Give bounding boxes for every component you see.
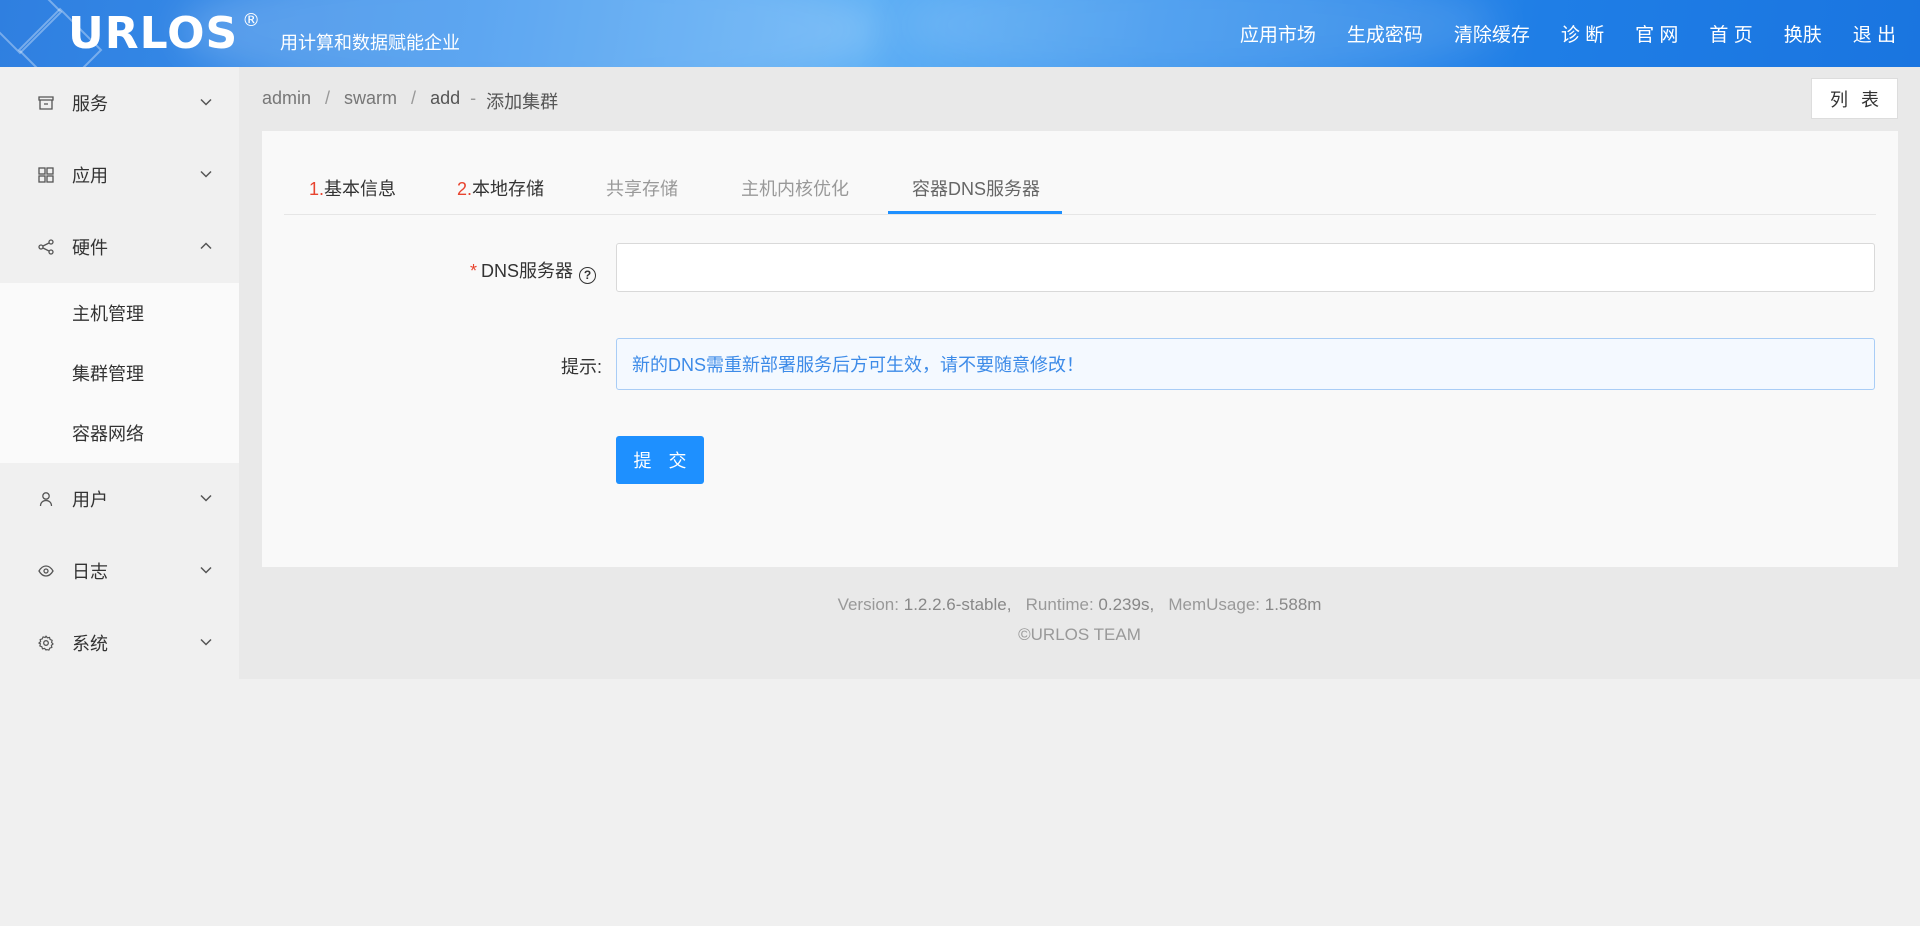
logo-text: URLOS [68, 8, 239, 59]
breadcrumb-separator: / [411, 88, 417, 108]
sidebar-item-label: 硬件 [72, 238, 108, 258]
sidebar: 服务 应用 硬件 主机管理 集群管理 容器网络 用户 日志 系统 [0, 67, 239, 679]
chevron-down-icon [200, 566, 212, 574]
dns-server-label: * DNS服务器? [470, 257, 597, 284]
top-header: URLOS ® 用计算和数据赋能企业 应用市场 生成密码 清除缓存 诊 断 官 网… [0, 0, 1920, 67]
step-tabs [284, 131, 1876, 215]
sidebar-item-hardware[interactable]: 硬件 [0, 211, 239, 283]
footer-stats: Version: 1.2.2.6-stable, Runtime: 0.239s… [239, 590, 1920, 620]
tab-local-storage[interactable]: 2.本地存储 [457, 175, 544, 201]
hardware-submenu: 主机管理 集群管理 容器网络 [0, 283, 239, 463]
list-button[interactable]: 列 表 [1811, 78, 1898, 119]
eye-icon [38, 563, 54, 579]
gear-icon [38, 635, 54, 651]
tab-basic-info[interactable]: 1.基本信息 [309, 175, 396, 201]
sidebar-item-label: 日志 [72, 562, 108, 582]
version-value: 1.2.2.6-stable, [903, 595, 1012, 614]
sidebar-item-logs[interactable]: 日志 [0, 535, 239, 607]
breadcrumb-separator: / [325, 88, 331, 108]
sidebar-item-container-network[interactable]: 容器网络 [0, 403, 239, 463]
top-nav: 应用市场 生成密码 清除缓存 诊 断 官 网 首 页 换肤 退 出 [1209, 20, 1896, 47]
mem-value: 1.588m [1264, 595, 1322, 614]
breadcrumb-current-page: 添加集群 [486, 92, 559, 112]
help-icon[interactable]: ? [579, 266, 597, 284]
logo[interactable]: URLOS ® [68, 8, 261, 59]
breadcrumb-dash: - [470, 88, 477, 108]
user-icon [38, 491, 54, 507]
tab-kernel-optimization[interactable]: 主机内核优化 [741, 175, 849, 201]
sidebar-item-apps[interactable]: 应用 [0, 139, 239, 211]
tab-label: 本地存储 [472, 179, 545, 199]
chevron-down-icon [200, 170, 212, 178]
sidebar-item-service[interactable]: 服务 [0, 67, 239, 139]
nav-app-market[interactable]: 应用市场 [1240, 20, 1316, 47]
runtime-value: 0.239s, [1098, 595, 1155, 614]
copyright: ©URLOS TEAM [1018, 625, 1141, 644]
tab-shared-storage[interactable]: 共享存储 [606, 175, 678, 201]
nav-skin[interactable]: 换肤 [1784, 20, 1822, 47]
nav-official-site[interactable]: 官 网 [1635, 20, 1678, 47]
nav-generate-password[interactable]: 生成密码 [1347, 20, 1423, 47]
sidebar-item-cluster-management[interactable]: 集群管理 [0, 343, 239, 403]
chevron-down-icon [200, 494, 212, 502]
step-number: 2. [457, 179, 473, 199]
breadcrumb: admin / swarm / add - 添加集群 [262, 88, 558, 114]
tab-label: 基本信息 [324, 179, 397, 199]
grid-icon [38, 167, 54, 183]
active-tab-indicator [888, 211, 1062, 214]
chevron-up-icon [200, 242, 212, 250]
mem-label: MemUsage: [1168, 595, 1260, 614]
slogan: 用计算和数据赋能企业 [280, 33, 460, 53]
registered-mark: ® [242, 10, 262, 32]
breadcrumb-admin[interactable]: admin [262, 88, 311, 114]
chevron-down-icon [200, 638, 212, 646]
step-number: 1. [309, 179, 325, 199]
sidebar-item-host-management[interactable]: 主机管理 [0, 283, 239, 343]
hint-message: 新的DNS需重新部署服务后方可生效，请不要随意修改！ [616, 338, 1875, 390]
sidebar-item-users[interactable]: 用户 [0, 463, 239, 535]
sidebar-item-label: 服务 [72, 94, 108, 114]
nav-logout[interactable]: 退 出 [1853, 20, 1896, 47]
chevron-down-icon [200, 98, 212, 106]
sidebar-item-system[interactable]: 系统 [0, 607, 239, 679]
dns-server-input[interactable] [616, 243, 1875, 292]
version-label: Version: [837, 595, 899, 614]
sidebar-item-label: 用户 [72, 490, 108, 510]
sidebar-item-label: 应用 [72, 166, 108, 186]
dns-label-text: DNS服务器 [481, 261, 574, 281]
runtime-label: Runtime: [1025, 595, 1094, 614]
sidebar-item-label: 系统 [72, 634, 108, 654]
nav-home[interactable]: 首 页 [1709, 20, 1752, 47]
breadcrumb-add: add [430, 88, 461, 108]
footer: Version: 1.2.2.6-stable, Runtime: 0.239s… [239, 590, 1920, 650]
tab-container-dns[interactable]: 容器DNS服务器 [912, 175, 1040, 201]
store-icon [38, 95, 54, 111]
submit-button[interactable]: 提 交 [616, 436, 704, 484]
breadcrumb-swarm[interactable]: swarm [344, 88, 397, 114]
share-icon [38, 239, 54, 255]
nav-clear-cache[interactable]: 清除缓存 [1454, 20, 1530, 47]
required-mark: * [470, 261, 478, 281]
nav-diagnose[interactable]: 诊 断 [1561, 20, 1604, 47]
hint-label: 提示: [561, 357, 603, 377]
